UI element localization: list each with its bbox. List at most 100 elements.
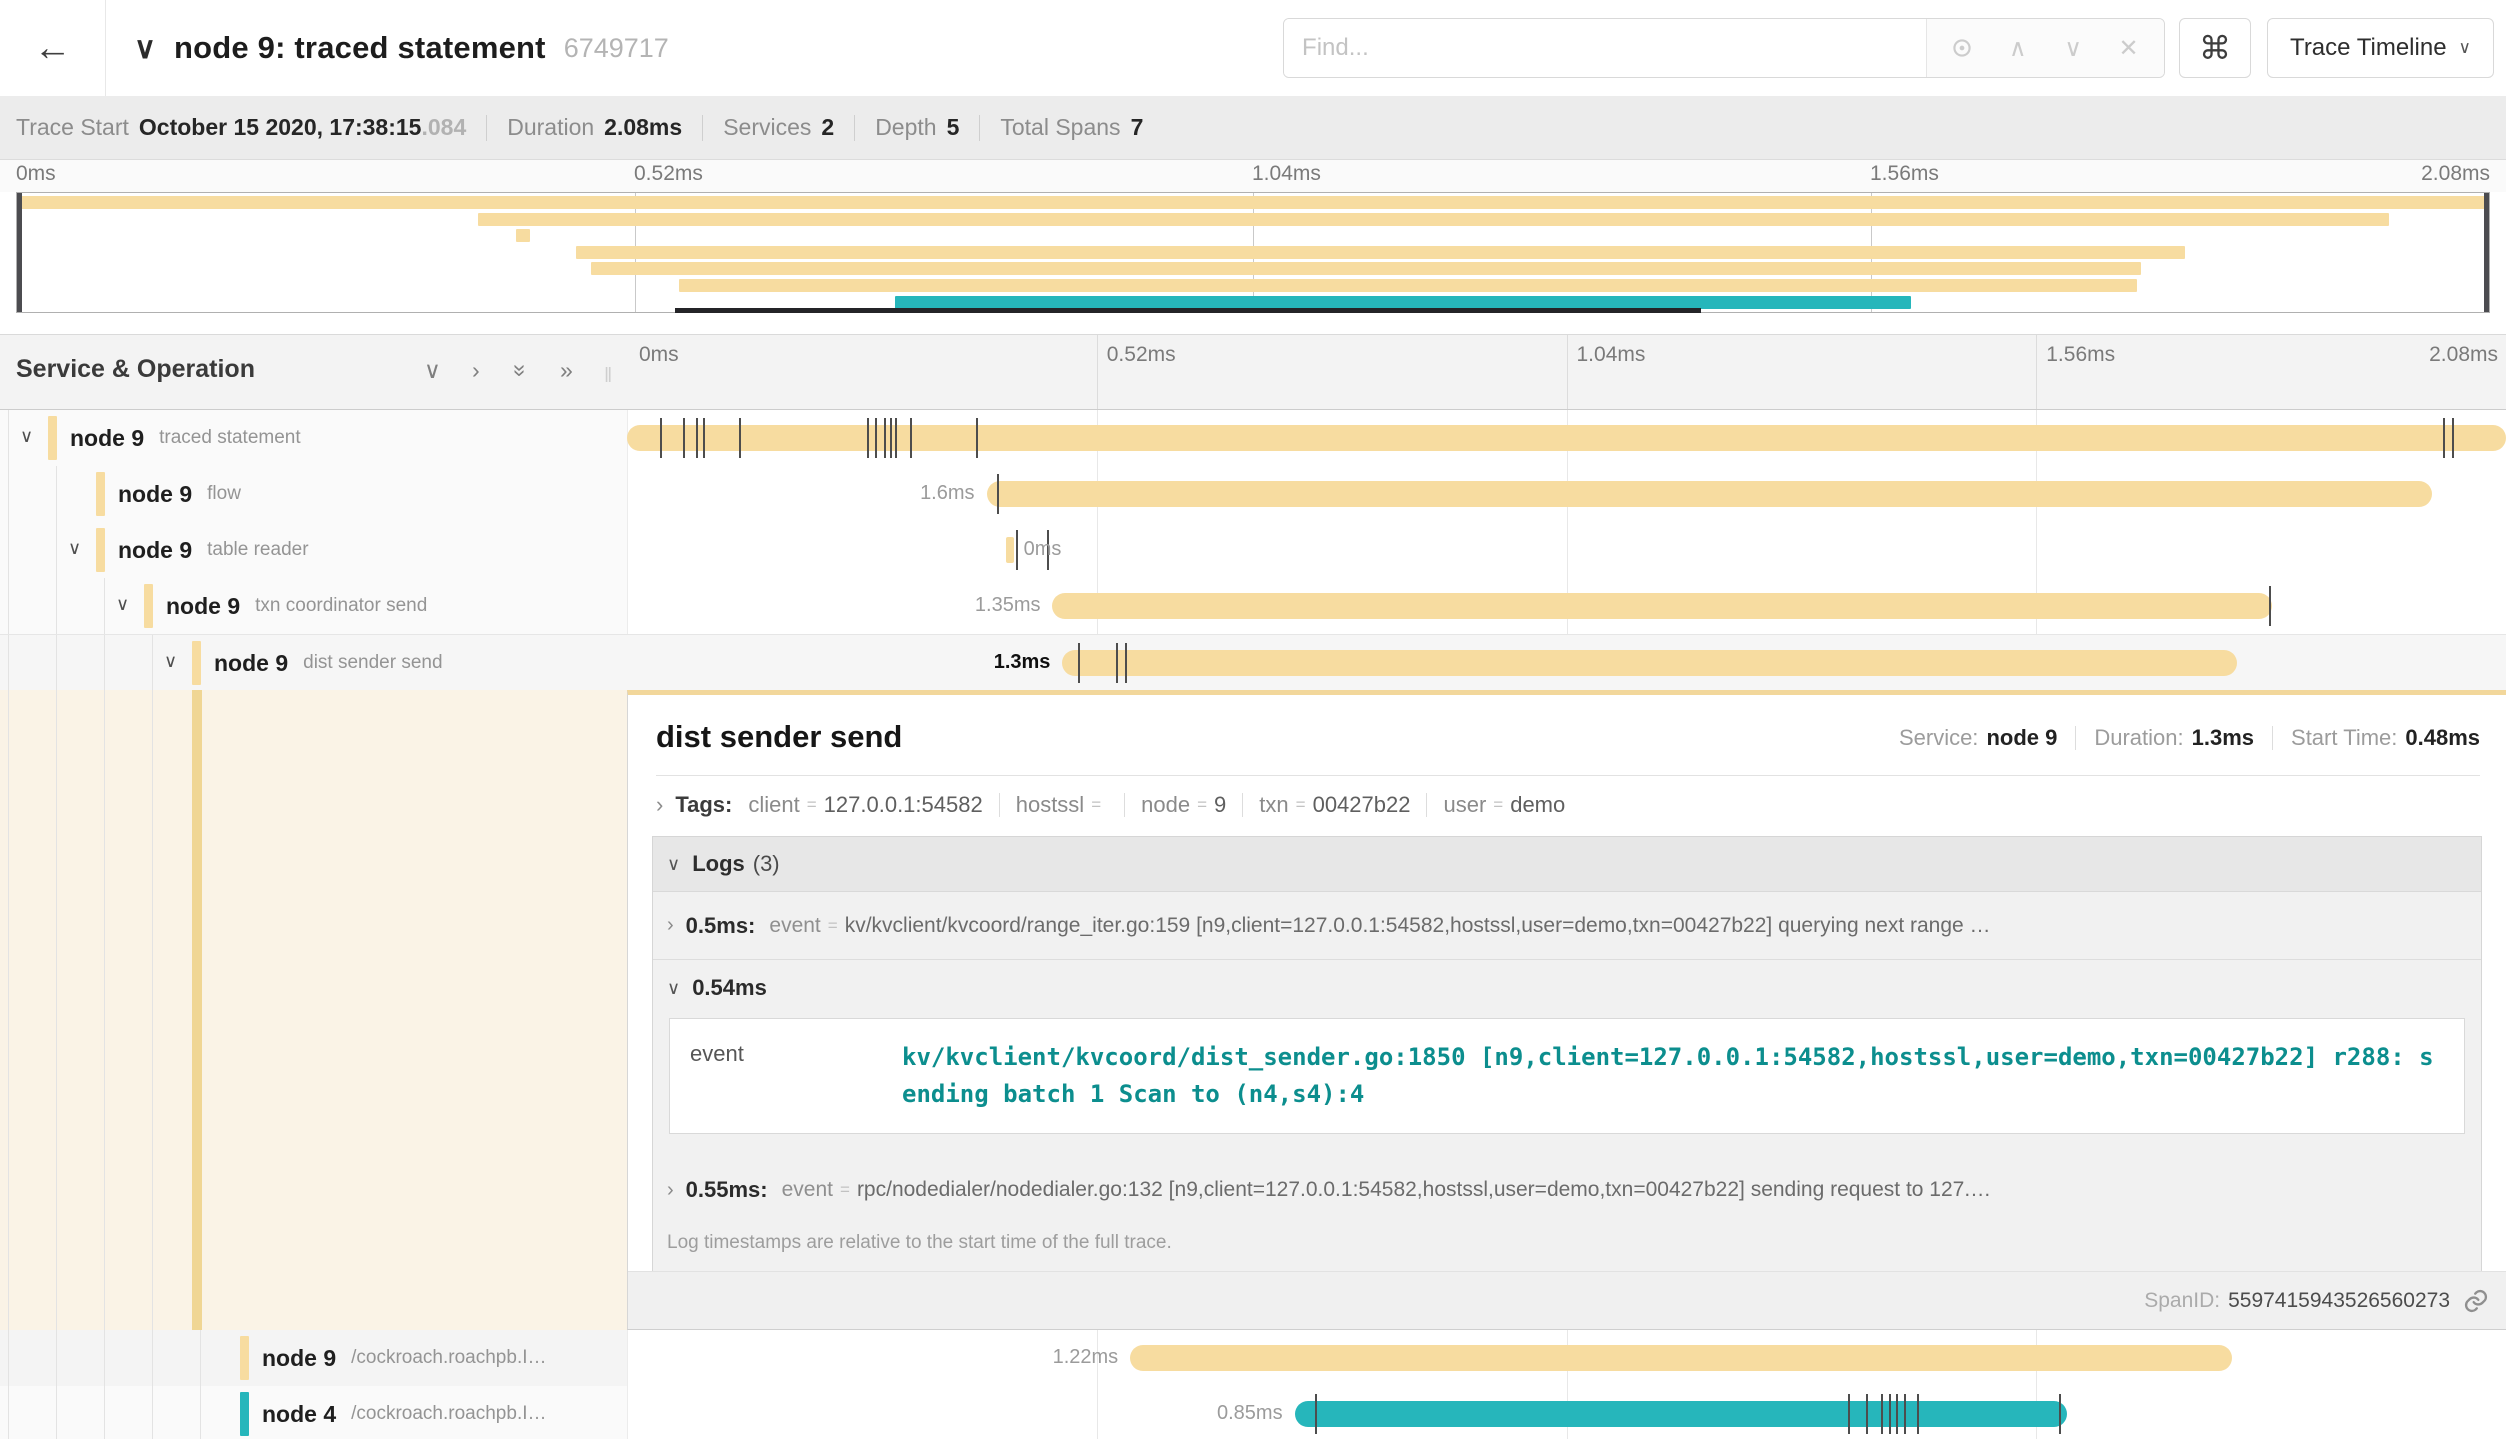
span-meta: Service:node 9Duration:1.3msStart Time:0… — [1899, 725, 2480, 755]
log-fields-table: eventkv/kvclient/kvcoord/dist_sender.go:… — [669, 1018, 2465, 1134]
expand-one-icon[interactable]: › — [472, 357, 480, 384]
meta-value: node 9 — [1986, 725, 2057, 751]
span-row: node 4/cockroach.roachpb.I…0.85ms — [0, 1386, 2506, 1439]
trace-id: 6749717 — [564, 33, 669, 64]
collapse-one-icon[interactable]: ∨ — [424, 357, 441, 384]
minimap-span-bar — [17, 196, 2489, 209]
log-marker-tick — [1889, 1394, 1891, 1434]
span-name-cell[interactable]: ∨node 9dist sender send — [0, 635, 627, 691]
span-name-cell[interactable]: node 4/cockroach.roachpb.I… — [0, 1386, 627, 1439]
log-field-key: event — [670, 1019, 876, 1133]
log-field-key: event — [769, 914, 820, 938]
log-marker-tick — [739, 418, 741, 458]
indent-guide — [104, 578, 105, 634]
indent-guide — [56, 1330, 57, 1386]
expand-chevron-icon[interactable]: ∨ — [164, 651, 177, 672]
back-button[interactable]: ← — [0, 0, 106, 96]
log-marker-tick — [1917, 1394, 1919, 1434]
tag-value: 00427b22 — [1313, 792, 1411, 818]
span-name-cell[interactable]: ∨ node 9txn coordinator send — [0, 578, 627, 634]
expand-all-icon[interactable]: » — [560, 357, 573, 384]
span-bar[interactable] — [987, 481, 2432, 507]
expand-chevron-icon[interactable]: ∨ — [68, 538, 81, 559]
tag-equals: = — [1493, 795, 1503, 815]
operation-name: dist sender send — [303, 652, 442, 674]
span-timeline-cell: 1.3ms — [627, 635, 2506, 691]
span-name-labels: node 9traced statement — [70, 410, 301, 466]
deep-link-icon[interactable] — [2462, 1287, 2490, 1315]
minimap-tick-label: 0ms — [16, 162, 56, 186]
span-row: node 9 flow 1.6ms — [0, 466, 2506, 522]
minimap-viewport-indicator[interactable] — [675, 308, 1701, 313]
log-timestamp: 0.54ms — [692, 975, 767, 1001]
span-timeline-cell: 1.35ms — [627, 578, 2506, 634]
collapse-trace-chevron-icon[interactable]: ∨ — [134, 31, 156, 66]
minimap-left-drag-handle[interactable] — [17, 193, 22, 312]
minimap-span-bar — [591, 262, 2141, 275]
summary-label: Total Spans — [1000, 114, 1120, 141]
log-entry-expanded-header[interactable]: ∨0.54ms — [653, 960, 2481, 1016]
span-name-cell[interactable]: node 9 flow — [0, 466, 627, 522]
log-marker-tick — [890, 418, 892, 458]
summary-label: Trace Start — [16, 114, 129, 141]
chevron-right-icon: › — [667, 914, 674, 937]
span-name-cell[interactable]: ∨ node 9traced statement — [0, 410, 627, 466]
expand-chevron-icon[interactable]: ∨ — [116, 594, 129, 615]
span-bar[interactable] — [1062, 650, 2236, 676]
service-name: node 9 — [118, 481, 192, 508]
summary-separator — [979, 115, 980, 141]
find-input[interactable] — [1284, 19, 1926, 77]
log-marker-tick — [1125, 643, 1127, 683]
indent-guide — [104, 1330, 105, 1386]
ruler-tick-label: 0ms — [639, 343, 679, 367]
summary-value-suffix: .084 — [421, 114, 466, 141]
service-operation-header: Service & Operation — [16, 355, 255, 384]
column-resizer-handle[interactable]: ‖ — [604, 365, 612, 388]
prev-match-icon[interactable]: ∧ — [1998, 28, 2038, 68]
span-bar[interactable] — [1052, 593, 2272, 619]
duration-label: 1.3ms — [994, 651, 1051, 674]
collapse-all-icon[interactable]: » — [507, 364, 534, 377]
logs-header[interactable]: ∨ Logs (3) — [653, 837, 2481, 891]
log-marker-tick — [660, 418, 662, 458]
minimap[interactable] — [16, 192, 2490, 313]
span-bar[interactable] — [1295, 1401, 2067, 1427]
duration-label: 1.6ms — [920, 482, 974, 505]
tags-row[interactable]: › Tags: client=127.0.0.1:54582hostssl=no… — [628, 776, 2506, 832]
span-bar[interactable] — [1006, 537, 1013, 563]
service-color-strip — [144, 584, 153, 628]
log-marker-tick — [2269, 586, 2271, 626]
log-entry[interactable]: ›0.5ms:event=kv/kvclient/kvcoord/range_i… — [653, 892, 2481, 960]
tag-key: user — [1443, 792, 1486, 818]
tag-separator — [1426, 793, 1427, 817]
trace-view-dropdown[interactable]: Trace Timeline ∨ — [2267, 18, 2494, 78]
minimap-right-drag-handle[interactable] — [2484, 193, 2489, 312]
keyboard-shortcuts-button[interactable]: ⌘ — [2179, 18, 2251, 78]
span-name-labels: node 9table reader — [118, 522, 309, 578]
tag-key: client — [748, 792, 799, 818]
operation-name: flow — [207, 483, 241, 505]
timeline-grid-line — [1567, 335, 1568, 409]
span-operation-title: dist sender send — [656, 719, 902, 755]
indent-guide — [152, 690, 153, 1330]
log-entry[interactable]: ›0.55ms:event=rpc/nodedialer/nodedialer.… — [653, 1156, 2481, 1224]
top-bar: ← ∨ node 9: traced statement 6749717 ∧ ∨… — [0, 0, 2506, 96]
span-name-cell[interactable]: ∨ node 9table reader — [0, 522, 627, 578]
log-marker-tick — [1848, 1394, 1850, 1434]
span-name-labels: node 9txn coordinator send — [166, 578, 427, 634]
expand-chevron-icon[interactable]: ∨ — [20, 426, 33, 447]
tag-equals: = — [1197, 795, 1207, 815]
clear-search-icon[interactable]: ✕ — [2109, 28, 2149, 68]
indent-guide — [200, 1386, 201, 1439]
selected-span-color-strip — [192, 690, 202, 1330]
span-name-cell[interactable]: node 9/cockroach.roachpb.I… — [0, 1330, 627, 1386]
minimap-tick-label: 0.52ms — [634, 162, 703, 186]
service-color-strip — [240, 1392, 249, 1436]
find-box: ∧ ∨ ✕ — [1283, 18, 2165, 78]
minimap-tick-label: 2.08ms — [2421, 162, 2490, 186]
log-marker-tick — [895, 418, 897, 458]
span-bar[interactable] — [1130, 1345, 2232, 1371]
locate-icon[interactable] — [1942, 28, 1982, 68]
indent-guide — [8, 578, 9, 634]
next-match-icon[interactable]: ∨ — [2053, 28, 2093, 68]
